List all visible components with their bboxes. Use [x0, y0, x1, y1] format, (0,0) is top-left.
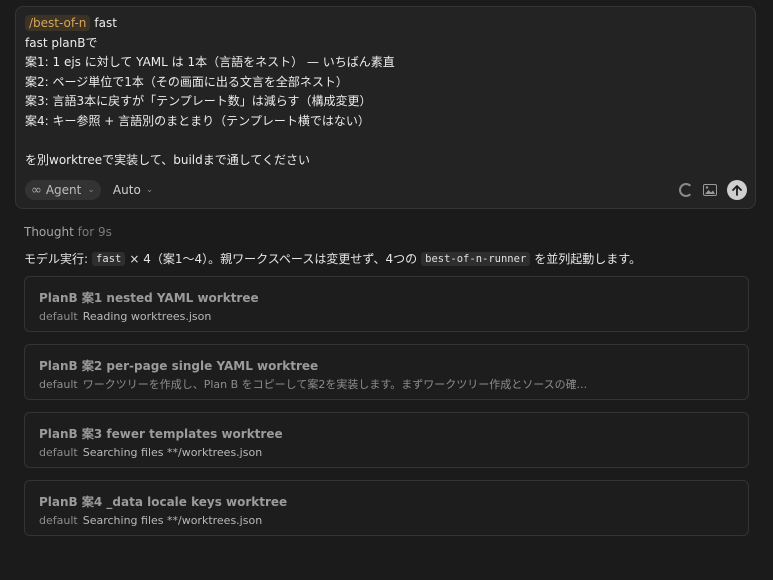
task-card[interactable]: PlanB 案4 _data locale keys worktree defa…: [24, 480, 749, 536]
prompt-line: 案4: キー参照 + 言語別のまとまり（テンプレート横ではない）: [25, 113, 370, 128]
exec-prefix: モデル実行:: [24, 252, 89, 266]
execution-summary: モデル実行: fast × 4（案1〜4）。親ワークスペースは変更せず、4つの …: [24, 250, 641, 267]
thought-label: Thought: [24, 225, 74, 239]
task-status: Searching files **/worktrees.json: [82, 514, 263, 527]
task-title: PlanB 案1 nested YAML worktree: [39, 291, 259, 305]
image-icon[interactable]: [703, 184, 717, 196]
task-card[interactable]: PlanB 案1 nested YAML worktree default Rea…: [24, 276, 749, 332]
task-list: PlanB 案1 nested YAML worktree default Rea…: [24, 276, 749, 548]
chevron-down-icon: ⌄: [145, 185, 154, 195]
command-chip: /best-of-n: [25, 15, 91, 31]
task-label: default: [39, 378, 78, 391]
task-title: PlanB 案4 _data locale keys worktree: [39, 495, 288, 509]
infinity-icon: ∞: [31, 182, 42, 198]
thought-indicator[interactable]: Thought for 9s: [24, 225, 112, 239]
task-status: ワークツリーを作成し、Plan B をコピーして案2を実装します。まずワークツリ…: [82, 378, 588, 391]
arrow-up-icon: [732, 184, 742, 196]
task-card[interactable]: PlanB 案3 fewer templates worktree defaul…: [24, 412, 749, 468]
agent-mode-dropdown[interactable]: ∞ Agent ⌄: [25, 180, 101, 200]
thought-duration: for 9s: [77, 225, 112, 239]
task-title: PlanB 案3 fewer templates worktree: [39, 427, 283, 441]
exec-middle: × 4（案1〜4）。親ワークスペースは変更せず、4つの: [129, 252, 418, 266]
composer-toolbar: ∞ Agent ⌄ Auto ⌄: [25, 179, 747, 201]
task-label: default: [39, 514, 78, 527]
prompt-line: fast planBで: [25, 35, 98, 50]
model-code: fast: [92, 251, 126, 266]
agent-label: Agent: [45, 183, 82, 197]
task-card[interactable]: PlanB 案2 per-page single YAML worktree d…: [24, 344, 749, 400]
task-label: default: [39, 446, 78, 459]
prompt-line: を別worktreeで実装して、buildまで通してください: [25, 153, 311, 168]
runner-code: best-of-n-runner: [421, 251, 531, 266]
prompt-line: 案1: 1 ejs に対して YAML は 1本（言語をネスト） — いちばん素…: [25, 55, 395, 70]
chat-composer[interactable]: /best-of-n fast fast planBで 案1: 1 ejs に対し…: [15, 6, 756, 209]
send-button[interactable]: [727, 180, 747, 200]
model-label: Auto: [112, 183, 141, 197]
chevron-down-icon: ⌄: [87, 185, 95, 195]
task-title: PlanB 案2 per-page single YAML worktree: [39, 359, 319, 373]
task-status: Searching files **/worktrees.json: [82, 446, 263, 459]
prompt-line: 案3: 言語3本に戻すが「テンプレート数」は減らす（構成変更）: [25, 94, 372, 109]
model-dropdown[interactable]: Auto ⌄: [113, 183, 153, 197]
loading-spinner-icon: [679, 183, 693, 197]
exec-suffix: を並列起動します。: [534, 252, 642, 266]
command-arg: fast: [94, 16, 117, 30]
task-status: Reading worktrees.json: [82, 310, 212, 323]
prompt-line: 案2: ページ単位で1本（その画面に出る文言を全部ネスト）: [25, 74, 348, 89]
task-label: default: [39, 310, 78, 323]
prompt-text[interactable]: /best-of-n fast fast planBで 案1: 1 ejs に対し…: [25, 14, 745, 171]
